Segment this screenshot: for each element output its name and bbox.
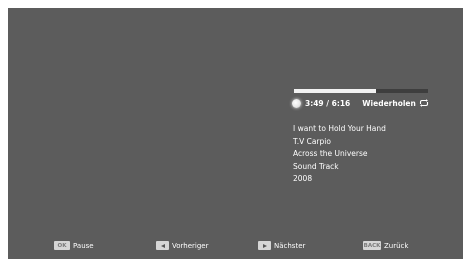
ok-key: OK — [54, 241, 70, 250]
control-hints: OK Pause Vorheriger Nächster BACK Zurück — [8, 241, 463, 253]
track-genre: Sound Track — [293, 161, 339, 171]
playback-status: 3:49 / 6:16 Wiederholen — [292, 96, 429, 110]
hint-next[interactable]: Nächster — [258, 241, 305, 250]
playback-time: 3:49 / 6:16 — [305, 98, 351, 108]
track-year: 2008 — [293, 174, 313, 183]
next-label: Nächster — [274, 241, 306, 250]
arrow-right-icon — [258, 241, 271, 250]
media-player-screen: 3:49 / 6:16 Wiederholen I want to Hold Y… — [8, 8, 463, 259]
repeat-label: Wiederholen — [362, 98, 416, 108]
hint-previous[interactable]: Vorheriger — [156, 241, 208, 250]
pause-label: Pause — [73, 241, 94, 250]
track-title: I want to Hold Your Hand — [293, 124, 386, 133]
back-key: BACK — [363, 241, 381, 250]
back-label: Zurück — [384, 241, 409, 250]
track-album: Across the Universe — [293, 149, 368, 158]
repeat-icon[interactable] — [419, 99, 429, 107]
track-artist: T.V Carpio — [293, 136, 331, 146]
hint-pause[interactable]: OK Pause — [54, 241, 94, 250]
arrow-left-icon — [156, 241, 169, 250]
progress-fill — [294, 89, 376, 93]
track-info: I want to Hold Your Hand T.V Carpio Acro… — [293, 123, 386, 186]
progress-bar[interactable] — [294, 89, 428, 93]
playback-indicator-icon — [292, 98, 301, 108]
hint-back[interactable]: BACK Zurück — [363, 241, 408, 250]
previous-label: Vorheriger — [172, 241, 209, 250]
